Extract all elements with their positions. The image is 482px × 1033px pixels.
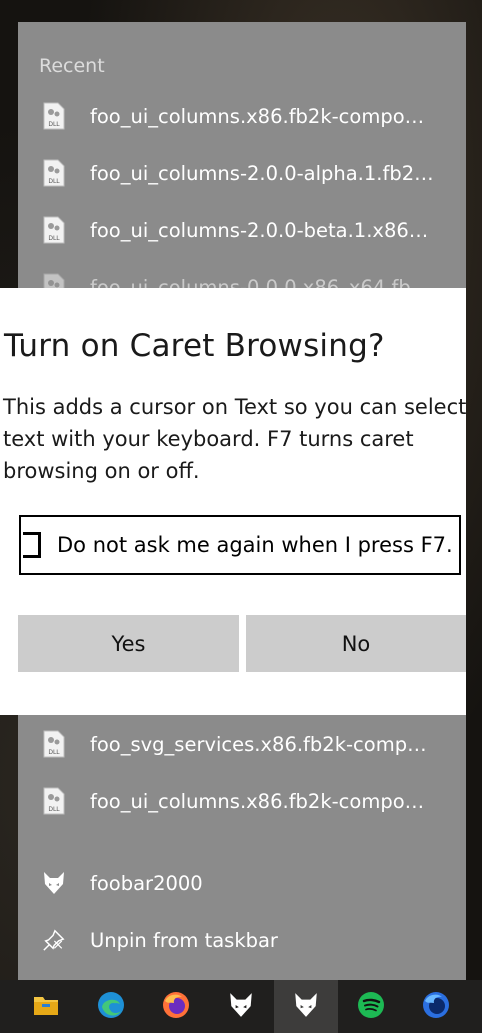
yes-button[interactable]: Yes: [18, 615, 239, 672]
dialog-message: This adds a cursor on Text so you can se…: [3, 395, 466, 483]
recent-item-label: foo_ui_columns.x86.fb2k-component: [90, 789, 434, 813]
firefox-nightly-icon: [422, 991, 450, 1023]
taskbar-edge[interactable]: [79, 980, 143, 1033]
recent-item[interactable]: DLL foo_ui_columns-2.0.0-alpha.1.fb2k-..…: [18, 145, 466, 201]
caret-browsing-dialog: Turn on Caret Browsing? This adds a curs…: [0, 288, 466, 715]
unpin-from-taskbar-item[interactable]: Unpin from taskbar: [18, 912, 466, 968]
checkbox-box[interactable]: [23, 532, 41, 558]
recent-item-label: foo_ui_columns-2.0.0-beta.1.x86-x6...: [90, 218, 434, 242]
recent-item-label: foo_ui_columns.x86.fb2k-component: [90, 104, 434, 128]
dll-file-icon: DLL: [42, 730, 66, 758]
foobar2000-icon: [42, 869, 66, 897]
dll-file-icon: DLL: [42, 216, 66, 244]
dll-file-icon: DLL: [42, 787, 66, 815]
edge-icon: [97, 991, 125, 1023]
svg-text:DLL: DLL: [48, 121, 60, 128]
app-launch-item[interactable]: foobar2000: [18, 855, 466, 911]
svg-text:DLL: DLL: [48, 178, 60, 185]
foobar2000-icon: [293, 991, 319, 1023]
app-launch-label: foobar2000: [90, 871, 203, 895]
taskbar: [0, 980, 482, 1033]
recent-section-label: Recent: [39, 55, 105, 77]
unpin-label: Unpin from taskbar: [90, 928, 278, 952]
recent-item[interactable]: DLL foo_ui_columns.x86.fb2k-component: [18, 773, 466, 829]
taskbar-foobar2000-active[interactable]: [274, 980, 338, 1033]
firefox-icon: [162, 991, 190, 1023]
svg-text:DLL: DLL: [48, 235, 60, 242]
recent-item[interactable]: DLL foo_ui_columns.x86.fb2k-component: [18, 88, 466, 144]
dll-file-icon: DLL: [42, 102, 66, 130]
unpin-icon: [42, 926, 66, 954]
svg-text:DLL: DLL: [48, 806, 60, 813]
recent-item[interactable]: DLL foo_ui_columns-2.0.0-beta.1.x86-x6..…: [18, 202, 466, 258]
taskbar-foobar2000[interactable]: [209, 980, 273, 1033]
no-button[interactable]: No: [246, 615, 466, 672]
recent-item-label: foo_ui_columns-2.0.0-alpha.1.fb2k-...: [90, 161, 434, 185]
recent-item-label: foo_svg_services.x86.fb2k-compone...: [90, 732, 434, 756]
do-not-ask-checkbox[interactable]: Do not ask me again when I press F7.: [19, 515, 461, 575]
spotify-icon: [357, 991, 385, 1023]
checkbox-label: Do not ask me again when I press F7.: [57, 533, 453, 557]
taskbar-file-explorer[interactable]: [14, 980, 78, 1033]
recent-item[interactable]: DLL foo_svg_services.x86.fb2k-compone...: [18, 716, 466, 772]
taskbar-firefox-nightly[interactable]: [404, 980, 468, 1033]
dialog-title: Turn on Caret Browsing?: [4, 328, 385, 364]
svg-text:DLL: DLL: [48, 749, 60, 756]
foobar2000-icon: [228, 991, 254, 1023]
dll-file-icon: DLL: [42, 159, 66, 187]
file-explorer-icon: [33, 994, 59, 1020]
taskbar-firefox[interactable]: [144, 980, 208, 1033]
taskbar-spotify[interactable]: [339, 980, 403, 1033]
